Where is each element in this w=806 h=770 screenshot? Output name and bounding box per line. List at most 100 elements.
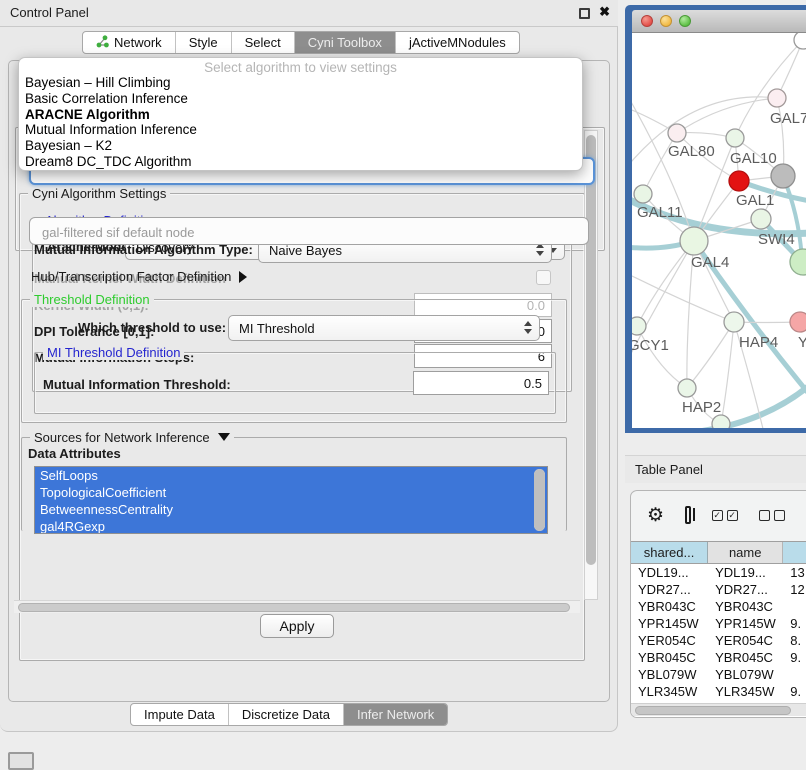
tab-label: Network [114,35,162,50]
node-label-HAP2: HAP2 [682,399,721,416]
table-cell: 9. [783,615,806,632]
control-panel-titlebar: Control Panel ✖ [0,0,618,27]
node-GAL11[interactable] [634,185,652,203]
algorithm-option-bayesian-hill-climbing[interactable]: Bayesian – Hill Climbing [19,75,582,91]
network-tab-icon [96,35,109,51]
floating-panel-icon[interactable] [8,752,34,770]
node-pink-right[interactable] [790,312,806,332]
algorithm-option-mutual-information-inference[interactable]: Mutual Information Inference [19,122,582,138]
which-threshold-combobox[interactable]: MI Threshold [228,315,540,341]
column-header-name[interactable]: name [708,542,783,563]
tab-discretize-data[interactable]: Discretize Data [228,704,343,725]
algorithm-option-aracne-algorithm[interactable]: ARACNE Algorithm [19,107,582,123]
which-threshold-value: MI Threshold [239,321,315,336]
attribute-item-topologicalcoefficient[interactable]: TopologicalCoefficient [35,484,547,501]
table-row[interactable]: YBR043CYBR043C [631,598,806,615]
which-threshold-label: Which threshold to use: [78,320,226,335]
cyni-bottom-tabs: Impute Data Discretize Data Infer Network [130,703,448,726]
table-cell [783,598,806,615]
table-cell: 12 [783,581,806,598]
algorithm-option-basic-correlation-inference[interactable]: Basic Correlation Inference [19,91,582,107]
select-all-icon[interactable]: ✓✓ [712,510,738,521]
network-edge[interactable] [721,322,734,424]
deselect-all-icon[interactable] [759,510,785,521]
tab-impute-data[interactable]: Impute Data [131,704,228,725]
table-cell: YER054C [631,632,708,649]
network-edge[interactable] [677,98,777,133]
node-GAL80[interactable] [668,124,686,142]
mi-threshold-field[interactable] [413,371,549,395]
table-row[interactable]: YBR045CYBR045C9. [631,649,806,666]
table-row[interactable]: YDR27...YDR27...12 [631,581,806,598]
node-SWI4[interactable] [751,209,771,229]
table-cell: YBR045C [708,649,783,666]
data-attributes-list[interactable]: SelfLoopsTopologicalCoefficientBetweenne… [34,466,548,534]
node-GAL10[interactable] [726,129,744,147]
column-header-clipped[interactable] [783,542,806,563]
table-horizontal-scrollbar-thumb[interactable] [635,706,791,715]
tab-style[interactable]: Style [175,32,231,53]
close-traffic-light-icon[interactable] [641,15,653,27]
algorithm-option-dream8-dc-tdc-algorithm[interactable]: Dream8 DC_TDC Algorithm [19,154,582,170]
threshold-definition-title: Threshold Definition [30,292,154,307]
settings-horizontal-scrollbar-thumb[interactable] [18,603,570,612]
sources-expander[interactable]: Sources for Network Inference [30,430,234,445]
mi-threshold-definition-group: MI Threshold Definition Mutual Informati… [34,352,556,414]
manual-kernel-width-checkbox[interactable] [536,270,551,285]
table-cell: YBR045C [631,649,708,666]
minimize-traffic-light-icon[interactable] [660,15,672,27]
node-GCY1[interactable] [632,317,646,335]
cyni-algorithm-settings-group: Cyni Algorithm Settings Algorithm Defini… [19,193,585,661]
tab-label: Discretize Data [242,707,330,722]
network-edge[interactable] [687,322,734,388]
settings-vertical-scrollbar-thumb[interactable] [586,135,596,565]
table-row[interactable]: YER054CYER054C8. [631,632,806,649]
network-edge[interactable] [637,326,687,388]
attributes-scrollbar-thumb[interactable] [534,469,545,531]
tab-select[interactable]: Select [231,32,294,53]
node-label-GAL4: GAL4 [691,254,729,271]
tab-label: Infer Network [357,707,434,722]
tab-label: Select [245,35,281,50]
columns-icon[interactable] [685,506,691,524]
table-row[interactable]: YDL19...YDL19...13 [631,564,806,581]
attribute-item-selfloops[interactable]: SelfLoops [35,467,547,484]
gear-icon[interactable]: ⚙ [647,506,664,525]
table-toolbar: ⚙ ✓✓ [631,491,806,539]
tab-cyni-toolbox[interactable]: Cyni Toolbox [294,32,395,53]
attribute-item-gal4rgexp[interactable]: gal4RGexp [35,518,547,534]
network-selector-combobox[interactable]: gal-filtered sif default node [29,217,589,245]
network-edge[interactable] [637,241,694,326]
node-GAL4[interactable] [680,227,708,255]
node-GAL1[interactable] [729,171,749,191]
algorithm-option-bayesian-k2[interactable]: Bayesian – K2 [19,138,582,154]
tab-infer-network[interactable]: Infer Network [343,704,447,725]
zoom-traffic-light-icon[interactable] [679,15,691,27]
float-window-icon[interactable] [579,8,590,19]
table-row[interactable]: YPR145WYPR145W9. [631,615,806,632]
node-top-partial[interactable] [794,33,806,49]
node-HAP4[interactable] [724,312,744,332]
node-label-GAL1: GAL1 [736,192,774,209]
node-table: shared...name YDL19...YDL19...13YDR27...… [631,541,806,717]
table-row[interactable]: YBL079WYBL079W [631,666,806,683]
sources-title: Sources for Network Inference [34,430,210,445]
table-row[interactable]: YLR345WYLR345W9. [631,683,806,700]
apply-button[interactable]: Apply [260,614,334,638]
network-window-titlebar [632,10,806,33]
tab-network[interactable]: Network [83,32,175,53]
network-canvas[interactable]: GAL7GAL80GAL10GAL1SWI4GAL11GAL4GCY1HAP4Y… [632,33,806,428]
node-GAL7[interactable] [768,89,786,107]
node-HAP2[interactable] [678,379,696,397]
close-icon[interactable]: ✖ [599,4,610,20]
node-gray-node[interactable] [771,164,795,188]
table-cell: YBR043C [631,598,708,615]
attribute-item-betweennesscentrality[interactable]: BetweennessCentrality [35,501,547,518]
table-cell: YDR27... [708,581,783,598]
node-bottom-partial[interactable] [712,415,730,428]
table-cell: YBR043C [708,598,783,615]
node-label-GAL11: GAL11 [637,204,683,221]
hub-transcription-factor-expander[interactable]: Hub/Transcription Factor Definition [31,269,247,284]
tab-jactivemnodules[interactable]: jActiveMNodules [395,32,519,53]
column-header-shared-[interactable]: shared... [631,542,708,563]
